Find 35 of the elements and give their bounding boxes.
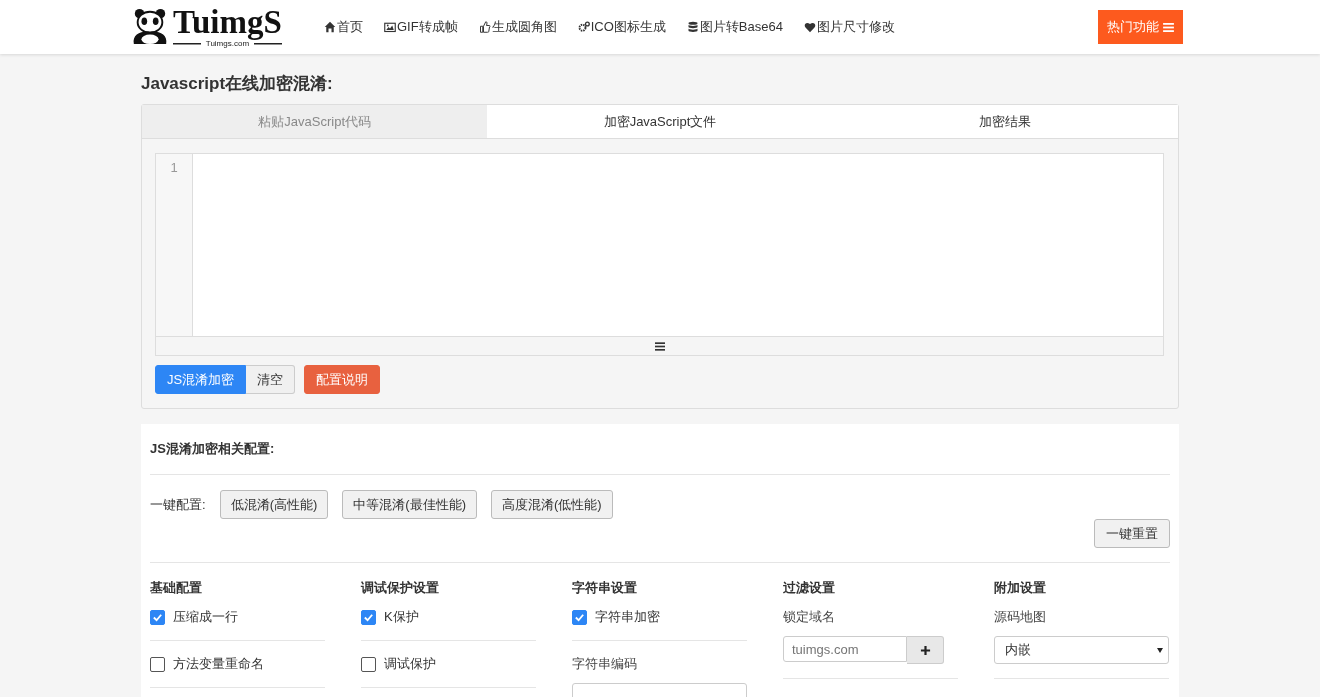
field-label: 锁定域名 — [783, 608, 836, 626]
checkbox-label: 调试保护 — [384, 655, 436, 673]
encrypt-button[interactable]: JS混淆加密 — [155, 365, 247, 394]
reset-button[interactable]: 一键重置 — [1094, 519, 1170, 548]
nav-link[interactable]: 首页 — [324, 18, 363, 36]
logo-wordmark: TuimgS — [173, 5, 282, 39]
logo-tagline: Tuimgs.com — [173, 39, 282, 48]
clear-button[interactable]: 清空 — [246, 365, 296, 394]
dropdown[interactable]: 内嵌 — [994, 636, 1169, 664]
nav-link[interactable]: 图片转Base64 — [686, 18, 783, 36]
preset-button[interactable]: 低混淆(高性能) — [219, 490, 329, 519]
nav-link[interactable]: 生成圆角图 — [478, 18, 557, 36]
preset-button[interactable]: 中等混淆(最佳性能) — [342, 490, 477, 519]
column-heading: 过滤设置 — [783, 579, 836, 597]
section-title: JS混淆加密相关配置: — [150, 440, 276, 458]
column-heading: 调试保护设置 — [361, 579, 440, 597]
column-heading: 附加设置 — [994, 579, 1047, 597]
nav-link[interactable]: ICO图标生成 — [577, 18, 666, 36]
checkbox-label: K保护 — [384, 608, 419, 626]
column-heading: 基础配置 — [150, 579, 203, 597]
checkbox-label: 压缩成一行 — [173, 608, 238, 626]
preset-button[interactable]: 高度混淆(低性能) — [490, 490, 613, 519]
checkbox-label: 方法变量重命名 — [173, 655, 264, 673]
field-label: 字符串编码 — [572, 655, 638, 673]
column-heading: 字符串设置 — [572, 579, 638, 597]
field-label: 源码地图 — [994, 608, 1047, 626]
line-number: 1 — [169, 160, 179, 176]
preset-label: 一键配置: — [150, 495, 206, 514]
page-title: Javascript在线加密混淆: — [141, 73, 334, 95]
tab[interactable]: 加密JavaScript文件 — [487, 105, 833, 138]
tab[interactable]: 加密结果 — [832, 105, 1178, 138]
nav-link[interactable]: GIF转成帧 — [384, 18, 458, 36]
domain-input-field[interactable]: tuimgs.com — [783, 636, 907, 662]
checkbox-label: 字符串加密 — [595, 608, 660, 626]
nav-link[interactable]: 图片尺寸修改 — [803, 18, 895, 36]
